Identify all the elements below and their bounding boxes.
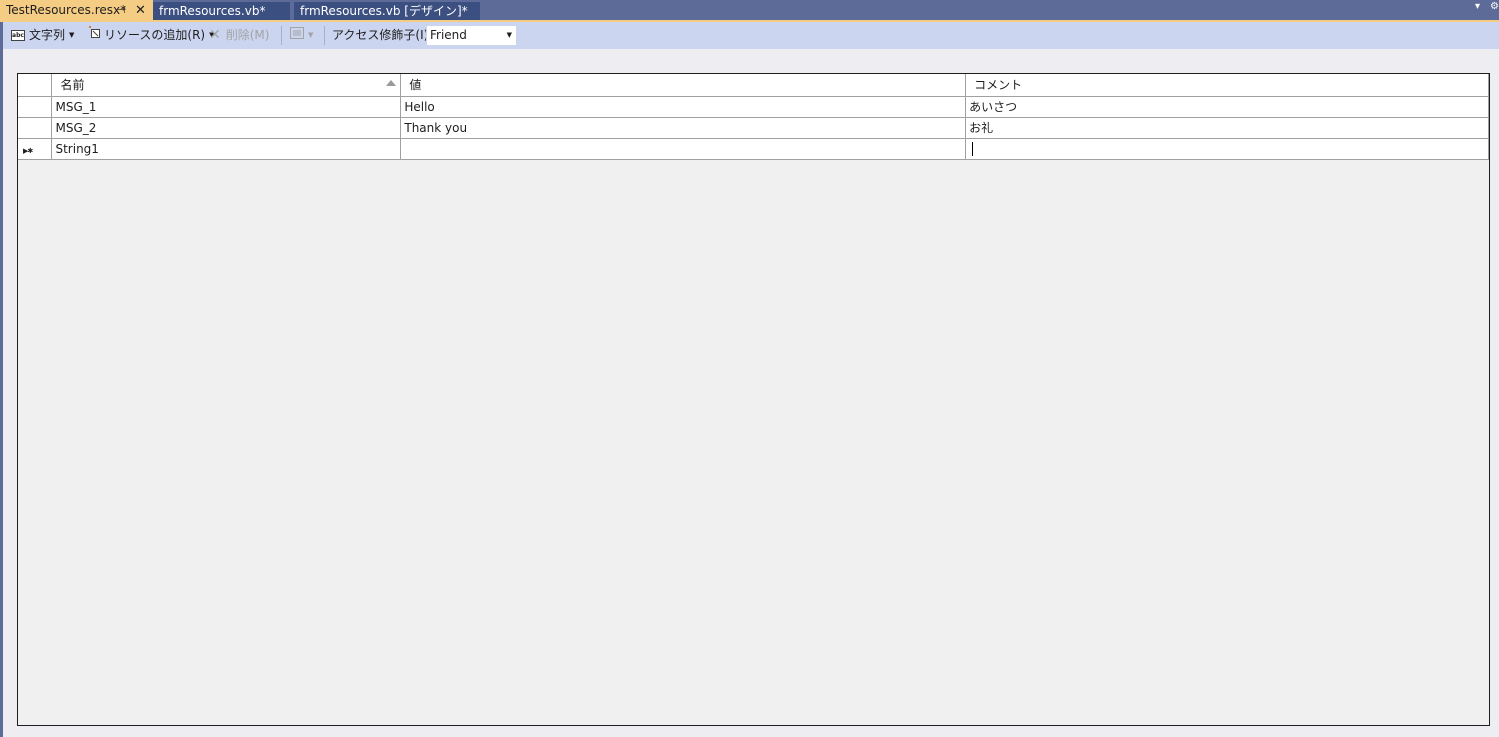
row-header[interactable] <box>18 117 53 139</box>
table-row-editing[interactable]: ▶✱ String1 <box>18 138 1489 160</box>
name-cell[interactable]: MSG_1 <box>51 96 402 118</box>
document-tab-strip: TestResources.resx* ⊣ ✕ frmResources.vb*… <box>0 0 1499 20</box>
header-row: 名前 値 コメント <box>18 74 1489 97</box>
view-icon <box>290 22 304 49</box>
resource-grid: 名前 値 コメント MSG_1 Hello あいさつ MSG_2 Thank y… <box>17 73 1490 726</box>
access-modifier-value: Friend <box>430 28 467 42</box>
toolbar-separator <box>281 26 282 45</box>
row-header[interactable] <box>18 96 53 118</box>
column-header-label: 名前 <box>60 78 85 93</box>
comment-cell-editing[interactable] <box>965 138 1489 160</box>
value-cell[interactable]: Thank you <box>400 117 967 139</box>
close-icon[interactable]: ✕ <box>135 0 146 20</box>
tab-label: TestResources.resx* <box>6 3 127 17</box>
table-row[interactable]: MSG_2 Thank you お礼 <box>18 117 1489 139</box>
tab-frmresources-design[interactable]: frmResources.vb [デザイン]* <box>294 2 480 20</box>
tab-frmresources-vb[interactable]: frmResources.vb* <box>153 2 290 20</box>
strings-type-label: 文字列 <box>29 28 66 42</box>
delete-button[interactable]: ✕ 削除(M) <box>209 22 269 49</box>
row-header-corner[interactable] <box>18 74 53 97</box>
delete-icon: ✕ <box>209 27 221 43</box>
pin-icon[interactable]: ⊣ <box>117 0 126 20</box>
add-resource-label: リソースの追加(R) <box>104 28 206 42</box>
add-resource-icon <box>87 22 101 49</box>
chevron-down-icon[interactable]: ▼ <box>308 31 313 39</box>
chevron-down-icon: ▼ <box>506 31 512 39</box>
value-cell[interactable]: Hello <box>400 96 967 118</box>
name-cell[interactable]: MSG_2 <box>51 117 402 139</box>
row-header[interactable]: ▶✱ <box>18 138 53 160</box>
new-row-indicator-icon: ▶✱ <box>23 146 33 155</box>
comment-cell[interactable]: あいさつ <box>965 96 1489 118</box>
comment-cell[interactable]: お礼 <box>965 117 1489 139</box>
sort-ascending-icon <box>386 80 397 86</box>
window-left-edge <box>0 22 3 737</box>
text-cursor <box>972 141 974 156</box>
resource-editor-toolbar: abc 文字列 ▼ リソースの追加(R) ▼ ✕ 削除(M) ▼ アクセス修飾子(I):… <box>3 22 1499 49</box>
chevron-down-icon[interactable]: ▼ <box>69 31 74 39</box>
column-header-label: コメント <box>974 78 1023 93</box>
add-resource-button[interactable]: リソースの追加(R) ▼ <box>87 22 215 49</box>
value-cell[interactable] <box>400 138 967 160</box>
tab-label: frmResources.vb [デザイン]* <box>300 4 468 18</box>
name-cell[interactable]: String1 <box>51 138 402 160</box>
tab-testresources-resx[interactable]: TestResources.resx* ⊣ ✕ <box>0 0 153 20</box>
delete-label: 削除(M) <box>225 28 270 42</box>
column-header-value[interactable]: 値 <box>400 74 967 97</box>
column-header-name[interactable]: 名前 <box>51 74 402 97</box>
resource-table: 名前 値 コメント MSG_1 Hello あいさつ MSG_2 Thank y… <box>18 74 1489 160</box>
view-button[interactable]: ▼ <box>290 22 313 49</box>
column-header-comment[interactable]: コメント <box>965 74 1489 97</box>
tab-label: frmResources.vb* <box>159 4 266 18</box>
access-modifier-label: アクセス修飾子(I): <box>332 28 433 42</box>
string-type-icon: abc <box>11 30 25 41</box>
column-header-label: 値 <box>409 78 422 93</box>
toolbar-separator <box>324 26 325 45</box>
tab-list-dropdown-icon[interactable]: ▾ <box>1475 1 1480 12</box>
strings-type-button[interactable]: abc 文字列 ▼ <box>11 22 74 49</box>
settings-icon[interactable]: ⚙ <box>1490 1 1499 12</box>
table-row[interactable]: MSG_1 Hello あいさつ <box>18 96 1489 118</box>
access-modifier-dropdown[interactable]: Friend ▼ <box>426 25 517 46</box>
